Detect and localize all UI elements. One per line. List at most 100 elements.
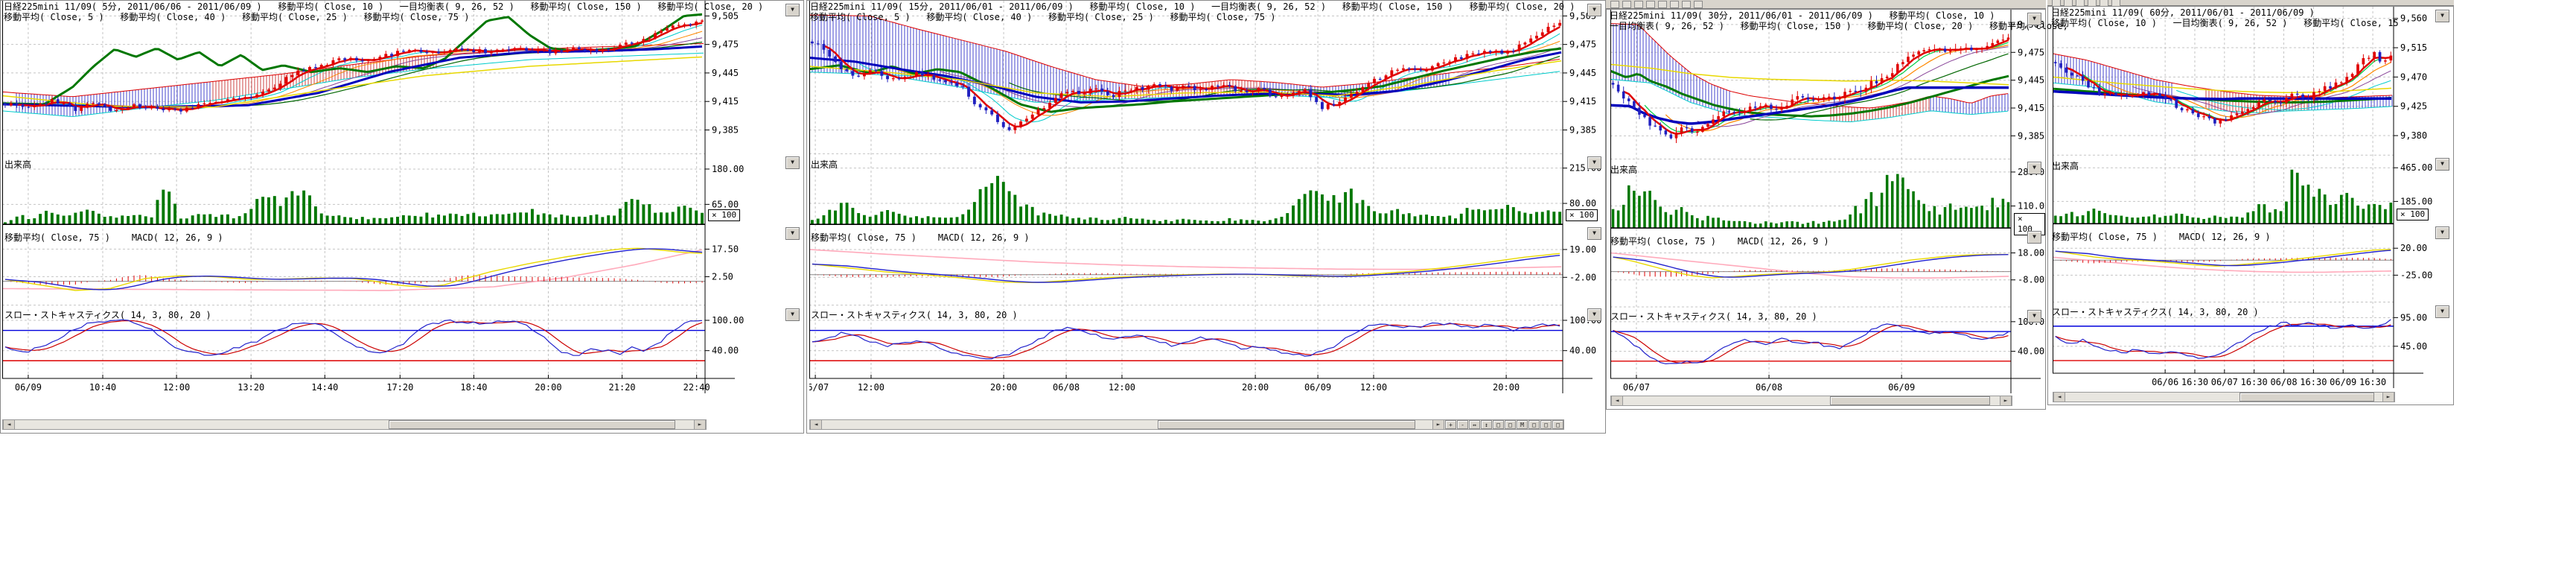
chart-tool-button[interactable]: □ xyxy=(1540,420,1552,429)
scrollbar-left-arrow[interactable]: ◄ xyxy=(3,420,15,429)
scrollbar-track[interactable] xyxy=(15,420,694,429)
pane-scale-dropdown-button[interactable]: ▼ xyxy=(1587,4,1601,16)
pane-scale-dropdown-button[interactable]: ▼ xyxy=(785,4,800,16)
pane-scale-dropdown-button[interactable]: ▼ xyxy=(785,156,800,169)
pane-scale-dropdown-button[interactable]: ▼ xyxy=(785,308,800,321)
y-axis-tick-label: -25.00 xyxy=(2400,270,2432,280)
scrollbar-right-arrow[interactable]: ► xyxy=(2382,393,2394,402)
background-window-toolbar-sliver xyxy=(1606,0,2046,9)
chart-tool-button[interactable]: □ xyxy=(1505,420,1516,429)
y-axis-tick-label: 19.00 xyxy=(1569,244,1596,255)
y-axis-tick-label: 9,380 xyxy=(2400,130,2427,141)
chart-tool-button[interactable]: □ xyxy=(1552,420,1563,429)
background-toolbar-button xyxy=(1634,1,1643,8)
y-axis-tick-label: 9,415 xyxy=(2018,103,2044,113)
y-axis-tick-label: 80.00 xyxy=(1569,198,1596,209)
volume-series xyxy=(2053,170,2394,224)
macd-pane-label: 移動平均( Close, 75 ) MACD( 12, 26, 9 ) xyxy=(811,231,1030,244)
scrollbar-left-arrow[interactable]: ◄ xyxy=(2053,393,2065,402)
chart-tool-button[interactable]: - xyxy=(1457,420,1468,429)
scrollbar-thumb[interactable] xyxy=(1158,420,1415,429)
y-axis-tick-label: 9,475 xyxy=(1569,39,1596,50)
background-toolbar-button xyxy=(2100,0,2108,7)
chart-tool-button[interactable]: + xyxy=(1445,420,1456,429)
pane-scale-dropdown-button[interactable]: ▼ xyxy=(2435,158,2449,171)
volume-multiplier-badge: × 100 xyxy=(1566,209,1598,221)
pane-scale-dropdown-button[interactable]: ▼ xyxy=(1587,156,1601,169)
y-axis-tick-label: 45.00 xyxy=(2400,341,2427,352)
x-axis-tick-label: 16:30 xyxy=(2359,377,2386,387)
chart-tool-button[interactable]: M xyxy=(1517,420,1528,429)
stochastics-series xyxy=(1610,324,2011,364)
chart-plot-area[interactable]: 9,5059,4759,4459,4159,385280.00110.0018.… xyxy=(1610,10,2045,396)
scrollbar-right-arrow[interactable]: ► xyxy=(2000,396,2012,405)
stochastics-series xyxy=(2053,320,2394,361)
background-toolbar-button xyxy=(1694,1,1703,8)
pane-scale-dropdown-button[interactable]: ▼ xyxy=(1587,227,1601,240)
y-axis-tick-label: 465.00 xyxy=(2400,162,2432,173)
x-axis-tick-label: 13:20 xyxy=(237,382,264,393)
background-toolbar-button xyxy=(2088,0,2097,7)
x-axis-tick-label: 06/08 xyxy=(1053,382,1080,393)
scrollbar-thumb[interactable] xyxy=(1830,396,1990,405)
pane-scale-dropdown-button[interactable]: ▼ xyxy=(785,227,800,240)
pane-scale-dropdown-button[interactable]: ▼ xyxy=(2027,13,2041,25)
pane-scale-dropdown-button[interactable]: ▼ xyxy=(2027,162,2041,174)
pane-scale-dropdown-button[interactable]: ▼ xyxy=(1587,308,1601,321)
scrollbar-thumb[interactable] xyxy=(389,420,675,429)
chart-plot-area[interactable]: 9,5609,5159,4709,4259,380465.00185.0020.… xyxy=(2053,7,2453,391)
volume-series xyxy=(1610,174,2011,228)
macd-signal-line xyxy=(5,249,702,290)
ma75-overlay-line xyxy=(1610,253,2009,279)
x-axis-tick-label: 12:00 xyxy=(1360,382,1387,393)
horizontal-scrollbar[interactable]: ◄► xyxy=(2053,392,2395,402)
stochastics-pane-label: スロー・ストキャスティクス( 14, 3, 80, 20 ) xyxy=(811,308,1018,321)
chart-tool-button[interactable]: □ xyxy=(1493,420,1504,429)
ma75-overlay-line xyxy=(809,250,1561,270)
pane-scale-dropdown-button[interactable]: ▼ xyxy=(2435,305,2449,318)
scrollbar-track[interactable] xyxy=(1623,396,2000,405)
macd-series xyxy=(2,248,705,291)
scrollbar-right-arrow[interactable]: ► xyxy=(1432,420,1444,429)
pane-scale-dropdown-button[interactable]: ▼ xyxy=(2027,310,2041,323)
horizontal-scrollbar[interactable]: ◄►+-↔↕□□M□□□ xyxy=(809,419,1564,430)
y-axis-tick-label: 18.00 xyxy=(2018,247,2044,258)
macd-line xyxy=(812,253,1560,282)
chart-plot-area[interactable]: 9,5059,4759,4459,4159,385215.0080.0019.0… xyxy=(809,1,1605,396)
volume-series xyxy=(809,176,1563,224)
macd-signal-line xyxy=(812,256,1560,282)
x-axis-tick-label: 20:00 xyxy=(990,382,1017,393)
y-axis-tick-label: 95.00 xyxy=(2400,312,2427,323)
chart-plot-area[interactable]: 9,5059,4759,4459,4159,385180.0065.0017.5… xyxy=(2,1,803,396)
scrollbar-right-arrow[interactable]: ► xyxy=(694,420,706,429)
y-axis-tick-label: 20.00 xyxy=(2400,243,2427,253)
y-axis-tick-label: 40.00 xyxy=(712,346,739,356)
y-axis-tick-label: 9,385 xyxy=(712,124,739,135)
horizontal-scrollbar[interactable]: ◄► xyxy=(2,419,707,430)
background-toolbar-button xyxy=(1610,1,1619,8)
chart-tool-button[interactable]: ↕ xyxy=(1481,420,1492,429)
scrollbar-track[interactable] xyxy=(822,420,1432,429)
scrollbar-track[interactable] xyxy=(2065,393,2382,402)
scrollbar-left-arrow[interactable]: ◄ xyxy=(1611,396,1623,405)
scrollbar-thumb[interactable] xyxy=(2239,393,2374,402)
chart-window-15min: 日経225mini 11/09( 15分, 2011/06/01 - 2011/… xyxy=(806,0,1606,434)
pane-scale-dropdown-button[interactable]: ▼ xyxy=(2027,231,2041,244)
x-axis-tick-label: 12:00 xyxy=(163,382,190,393)
x-axis-tick-label: 06/08 xyxy=(1756,382,1782,393)
scrollbar-left-arrow[interactable]: ◄ xyxy=(810,420,822,429)
background-toolbar-button xyxy=(1646,1,1655,8)
ma75-overlay-line xyxy=(2,250,702,291)
chart-tool-button[interactable]: □ xyxy=(1528,420,1540,429)
pane-scale-dropdown-button[interactable]: ▼ xyxy=(2435,10,2449,22)
background-toolbar-button xyxy=(1622,1,1631,8)
pane-scale-dropdown-button[interactable]: ▼ xyxy=(2435,226,2449,239)
volume-multiplier-badge: × 100 xyxy=(708,209,740,221)
chart-tool-button[interactable]: ↔ xyxy=(1469,420,1480,429)
y-axis-tick-label: 180.00 xyxy=(712,164,744,174)
horizontal-scrollbar[interactable]: ◄► xyxy=(1610,396,2012,406)
volume-multiplier-badge: × 100 xyxy=(2397,209,2429,220)
background-toolbar-button xyxy=(2111,0,2120,7)
y-axis-tick-label: 40.00 xyxy=(1569,346,1596,356)
x-axis-tick-label: 12:00 xyxy=(1109,382,1135,393)
